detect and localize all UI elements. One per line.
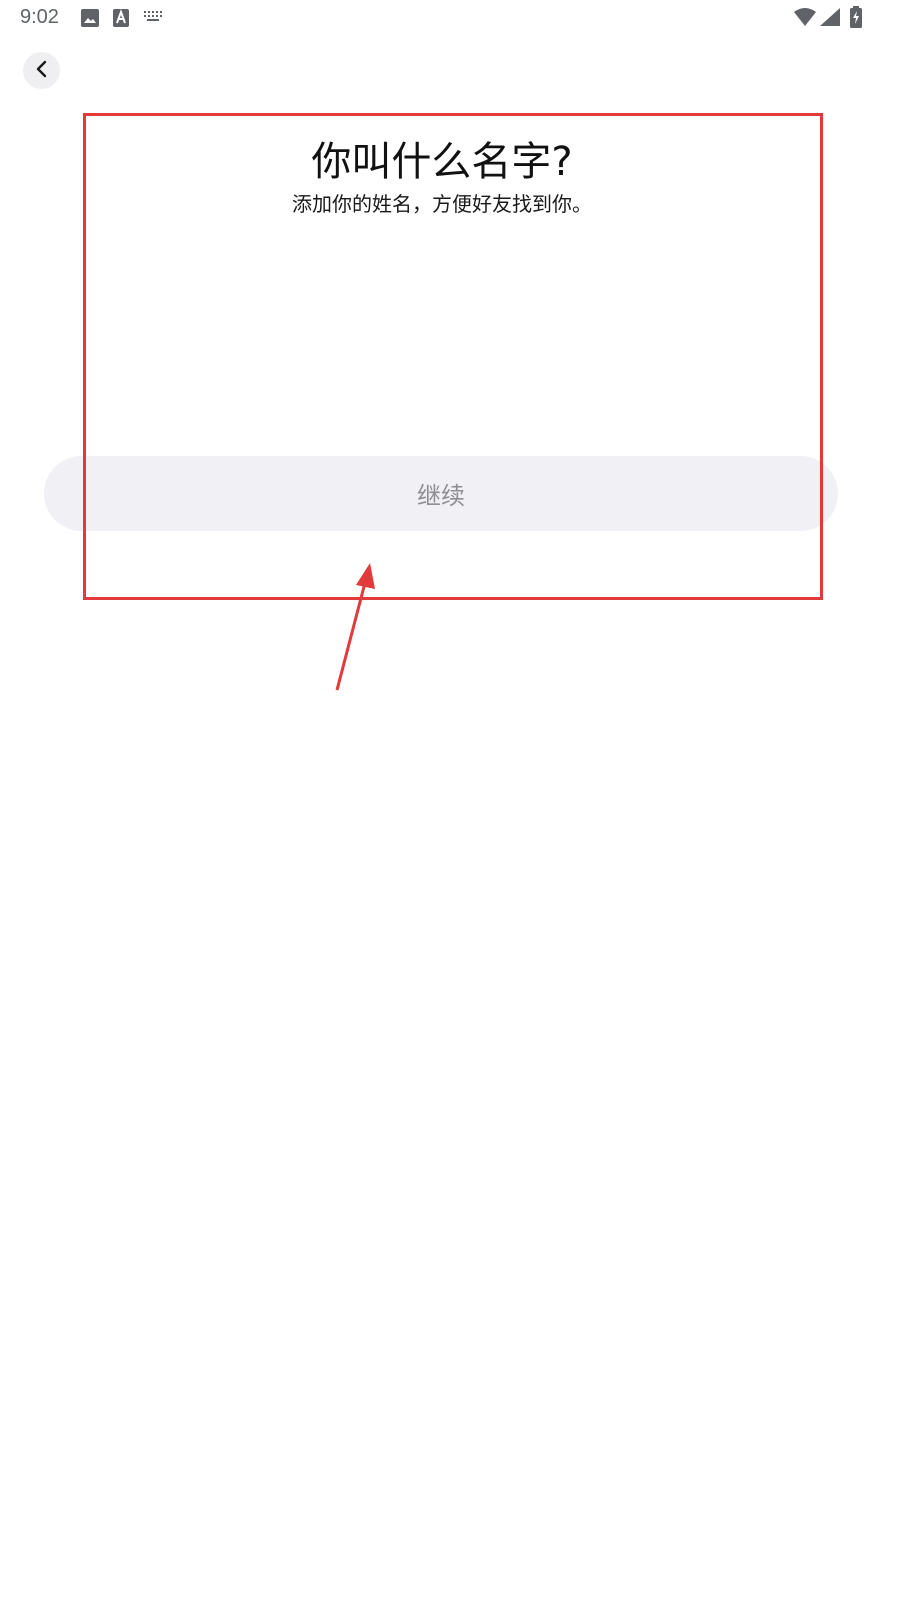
annotation-arrow	[335, 563, 375, 691]
page-subtitle: 添加你的姓名，方便好友找到你。	[292, 192, 592, 216]
chevron-left-icon	[35, 60, 49, 82]
font-icon	[113, 9, 129, 31]
status-bar: 9:02	[0, 0, 900, 36]
status-time: 9:02	[20, 6, 59, 28]
keyboard-icon	[144, 9, 162, 28]
wifi-icon	[794, 8, 816, 30]
page-title: 你叫什么名字?	[311, 139, 573, 185]
signal-icon	[820, 8, 840, 30]
continue-button[interactable]: 继续	[44, 456, 838, 531]
battery-charging-icon	[850, 6, 862, 32]
screen: 9:02 你叫什么名字? 添加你的姓名，方便好友找到你。 继续	[0, 0, 900, 1600]
back-button[interactable]	[23, 52, 60, 89]
gallery-icon	[81, 9, 99, 31]
